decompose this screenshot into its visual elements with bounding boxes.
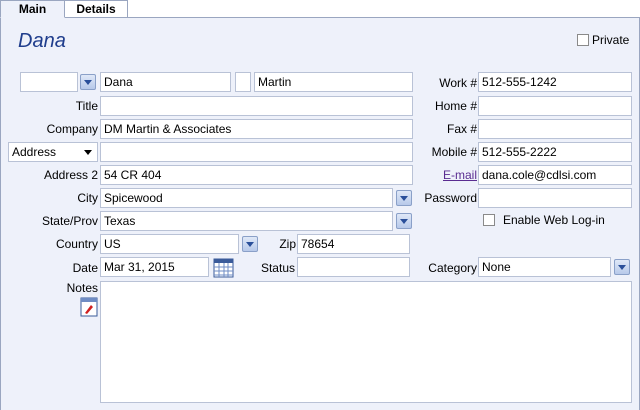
country-label: Country	[55, 237, 98, 251]
date-input[interactable]: Mar 31, 2015	[100, 257, 209, 277]
tab-main[interactable]: Main	[0, 0, 65, 18]
chevron-down-icon[interactable]	[80, 74, 96, 90]
work-phone-label: Work #	[439, 76, 477, 90]
zip-label: Zip	[279, 237, 296, 251]
name-prefix-select[interactable]	[20, 72, 78, 92]
fax-label: Fax #	[446, 122, 477, 136]
address2-label: Address 2	[43, 168, 98, 182]
company-input[interactable]: DM Martin & Associates	[100, 119, 413, 139]
notes-textarea[interactable]	[100, 281, 632, 403]
city-label: City	[77, 191, 98, 205]
home-phone-label: Home #	[434, 99, 477, 113]
middle-initial-input[interactable]	[235, 72, 251, 92]
mobile-input[interactable]: 512-555-2222	[478, 142, 632, 162]
city-chevron-down-icon[interactable]	[396, 190, 412, 206]
mobile-label: Mobile #	[431, 145, 477, 159]
notes-label: Notes	[66, 281, 98, 295]
address2-input[interactable]: 54 CR 404	[100, 165, 413, 185]
zip-input[interactable]: 78654	[297, 234, 410, 254]
calendar-icon[interactable]	[213, 257, 234, 278]
state-label: State/Prov	[41, 214, 98, 228]
country-input[interactable]: US	[100, 234, 239, 254]
fax-input[interactable]	[478, 119, 632, 139]
category-input[interactable]: None	[478, 257, 611, 277]
state-input[interactable]: Texas	[100, 211, 393, 231]
work-phone-input[interactable]: 512-555-1242	[478, 72, 632, 92]
category-chevron-down-icon[interactable]	[614, 259, 630, 275]
first-name-input[interactable]: Dana	[100, 72, 231, 92]
company-label: Company	[46, 122, 98, 136]
email-input[interactable]: dana.cole@cdlsi.com	[478, 165, 632, 185]
private-label: Private	[592, 33, 630, 47]
web-login-checkbox[interactable]	[483, 214, 495, 226]
country-chevron-down-icon[interactable]	[242, 236, 258, 252]
tab-bar: Main Details	[0, 0, 640, 18]
home-phone-input[interactable]	[478, 96, 632, 116]
contact-name-title: Dana	[18, 30, 66, 52]
address-type-value: Address	[12, 145, 57, 159]
private-checkbox[interactable]	[577, 34, 589, 46]
date-label: Date	[72, 261, 98, 275]
title-label: Title	[75, 99, 98, 113]
dropdown-arrow-icon	[84, 150, 92, 155]
password-label: Password	[424, 191, 477, 205]
password-input[interactable]	[478, 188, 632, 208]
category-label: Category	[428, 261, 477, 275]
city-input[interactable]: Spicewood	[100, 188, 393, 208]
title-input[interactable]	[100, 96, 413, 116]
notes-edit-icon[interactable]	[80, 297, 98, 317]
address1-input[interactable]	[100, 142, 413, 162]
status-label: Status	[260, 261, 295, 275]
address-type-select[interactable]: Address	[8, 142, 98, 162]
tab-details[interactable]: Details	[64, 0, 128, 18]
web-login-label: Enable Web Log-in	[503, 213, 605, 227]
status-input[interactable]	[297, 257, 410, 277]
email-link[interactable]: E-mail	[443, 168, 477, 182]
last-name-input[interactable]: Martin	[254, 72, 413, 92]
state-chevron-down-icon[interactable]	[396, 213, 412, 229]
